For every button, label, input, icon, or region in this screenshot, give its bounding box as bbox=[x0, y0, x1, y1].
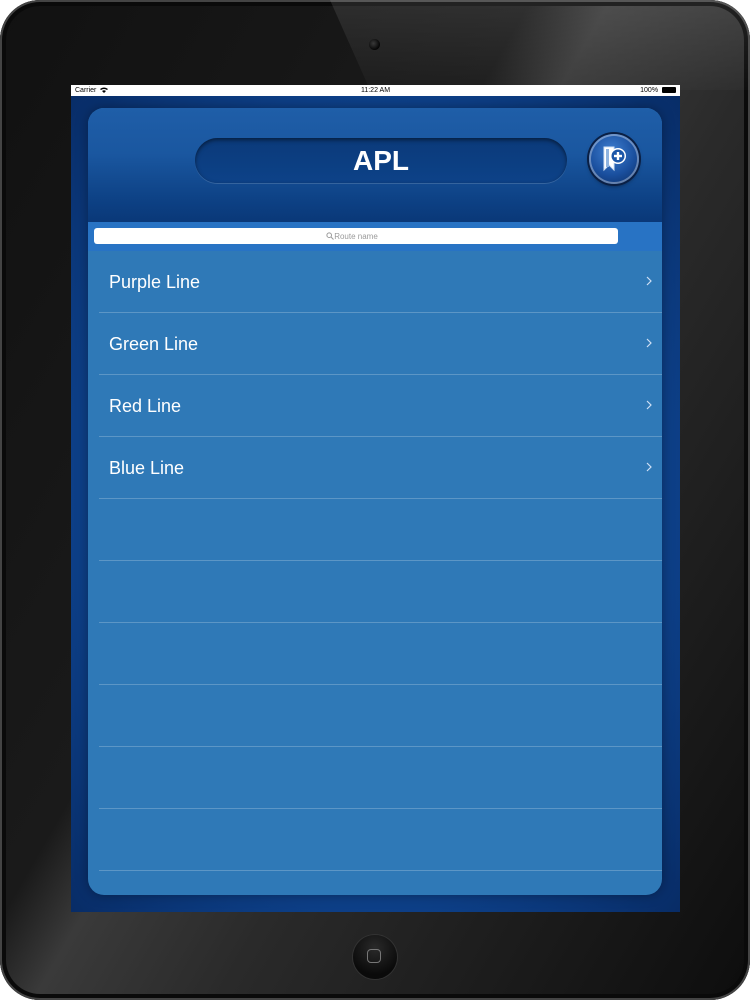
list-item-red-line[interactable]: Red Line bbox=[99, 375, 662, 437]
page-title: APL bbox=[195, 138, 567, 183]
list-item-label: Purple Line bbox=[109, 272, 201, 292]
add-bookmark-button[interactable] bbox=[589, 134, 639, 184]
empty-row bbox=[99, 685, 662, 747]
chevron-right-icon bbox=[646, 462, 652, 472]
routes-list: Purple Line Green Line Red Line Blue Lin… bbox=[88, 251, 662, 871]
list-item-green-line[interactable]: Green Line bbox=[99, 313, 662, 375]
empty-row bbox=[99, 561, 662, 623]
chevron-right-icon bbox=[646, 400, 652, 410]
home-button[interactable] bbox=[353, 935, 397, 979]
list-item-purple-line[interactable]: Purple Line bbox=[99, 251, 662, 313]
search-icon bbox=[326, 232, 334, 240]
front-camera bbox=[369, 39, 380, 50]
routes-panel: APL Route name Purple Line Green Line Re… bbox=[88, 108, 662, 895]
home-button-square-icon bbox=[367, 949, 381, 963]
list-item-label: Blue Line bbox=[109, 458, 185, 478]
list-item-label: Red Line bbox=[109, 396, 182, 416]
chevron-right-icon bbox=[646, 276, 652, 286]
bezel-gloss bbox=[330, 0, 750, 90]
empty-row bbox=[99, 809, 662, 871]
battery-icon bbox=[662, 87, 676, 94]
status-time: 11:22 AM bbox=[360, 87, 391, 94]
status-bar: Carrier 11:22 AM 100% bbox=[71, 85, 680, 96]
list-item-blue-line[interactable]: Blue Line bbox=[99, 437, 662, 499]
tablet-frame: Carrier 11:22 AM 100% APL Route name Pur… bbox=[0, 0, 750, 1000]
panel-header: APL bbox=[88, 108, 662, 223]
search-input[interactable] bbox=[94, 228, 618, 244]
battery-percent: 100% bbox=[640, 87, 659, 94]
search-bar bbox=[88, 222, 662, 251]
bookmark-add-icon bbox=[603, 146, 626, 172]
empty-row bbox=[99, 747, 662, 809]
status-battery: 100% bbox=[640, 85, 676, 96]
screen: Carrier 11:22 AM 100% APL Route name Pur… bbox=[71, 85, 680, 912]
empty-row bbox=[99, 499, 662, 561]
list-item-label: Green Line bbox=[109, 334, 199, 354]
chevron-right-icon bbox=[646, 338, 652, 348]
empty-row bbox=[99, 623, 662, 685]
